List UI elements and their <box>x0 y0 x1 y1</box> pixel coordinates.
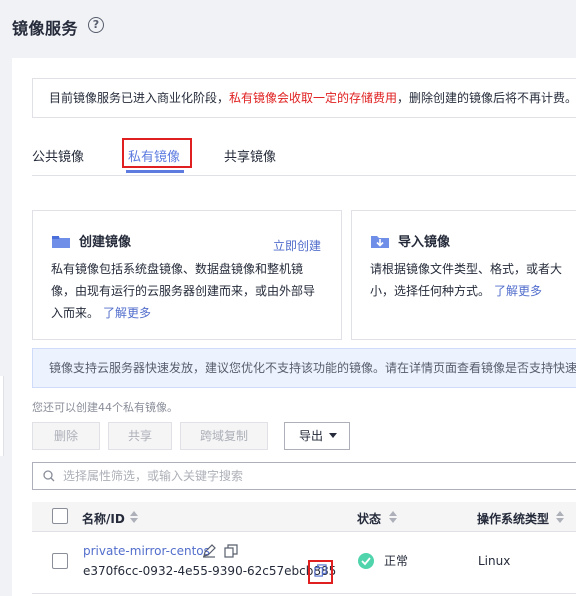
table-header: 名称/ID 状态 操作系统类型 <box>32 502 576 532</box>
notice-text-before: 目前镜像服务已进入商业化阶段， <box>49 91 230 105</box>
select-all-checkbox[interactable] <box>52 508 68 524</box>
os-type: Linux <box>478 554 511 568</box>
import-image-card: 导入镜像 请根据镜像文件类型、格式，或者大小，选择任何种方式。 了解更多 <box>351 210 576 340</box>
import-image-title: 导入镜像 <box>398 235 451 250</box>
search-input[interactable]: 选择属性筛选，或输入关键字搜索 <box>32 462 576 490</box>
image-tabs: 公共镜像 私有镜像 共享镜像 <box>32 138 576 176</box>
row-checkbox[interactable] <box>52 553 68 569</box>
quota-text: 您还可以创建44个私有镜像。 <box>32 401 178 414</box>
mirror-name-link[interactable]: private-mirror-centos <box>83 544 210 558</box>
sort-icon[interactable] <box>130 511 138 523</box>
export-button[interactable]: 导出 <box>284 422 350 450</box>
cross-region-copy-button[interactable]: 跨域复制 <box>180 422 268 450</box>
copy-id-highlight <box>308 560 333 584</box>
create-now-link[interactable]: 立即创建 <box>273 237 321 254</box>
col-name-header[interactable]: 名称/ID <box>82 510 125 527</box>
active-tab-indicator <box>126 170 184 173</box>
tab-public[interactable]: 公共镜像 <box>32 146 84 165</box>
sort-icon[interactable] <box>389 511 397 523</box>
create-image-desc: 私有镜像包括系统盘镜像、数据盘镜像和整机镜像，由现有运行的云服务器创建而来，或由… <box>51 258 323 324</box>
fast-provision-info: 镜像支持云服务器快速发放，建议您优化不支持该功能的镜像。请在详情页面查看镜像是否… <box>32 348 576 388</box>
mirror-id: e370f6cc-0932-4e55-9390-62c57ebcb885 <box>83 564 337 578</box>
commercial-notice: 目前镜像服务已进入商业化阶段，私有镜像会收取一定的存储费用，删除创建的镜像后将不… <box>32 78 576 118</box>
share-button[interactable]: 共享 <box>108 422 172 450</box>
page-title: 镜像服务 <box>12 19 79 38</box>
create-image-desc-text: 私有镜像包括系统盘镜像、数据盘镜像和整机镜像，由现有运行的云服务器创建而来，或由… <box>51 262 316 320</box>
search-placeholder: 选择属性筛选，或输入关键字搜索 <box>63 469 244 483</box>
check-circle-icon <box>358 552 374 569</box>
col-os-header[interactable]: 操作系统类型 <box>477 510 549 527</box>
edit-icon[interactable] <box>202 544 216 558</box>
folder-icon <box>51 233 71 249</box>
sort-icon[interactable] <box>556 511 564 523</box>
help-icon[interactable]: ? <box>88 17 104 33</box>
col-status-header[interactable]: 状态 <box>357 510 381 527</box>
caret-down-icon <box>329 433 337 438</box>
create-image-card: 创建镜像 立即创建 私有镜像包括系统盘镜像、数据盘镜像和整机镜像，由现有运行的云… <box>32 210 342 340</box>
side-handle[interactable] <box>0 376 4 456</box>
create-learn-more-link[interactable]: 了解更多 <box>103 306 151 320</box>
import-icon <box>370 233 390 249</box>
search-icon <box>43 470 55 482</box>
delete-button[interactable]: 删除 <box>32 422 100 450</box>
table-row: private-mirror-centos e370f6cc-0932-4e55… <box>32 532 576 594</box>
tab-shared[interactable]: 共享镜像 <box>224 146 276 165</box>
create-image-title: 创建镜像 <box>79 235 132 250</box>
notice-text-after: ，删除创建的镜像后将不再计费。 <box>397 91 576 105</box>
tab-private-highlight <box>122 138 192 168</box>
import-image-desc: 请根据镜像文件类型、格式，或者大小，选择任何种方式。 了解更多 <box>370 258 576 302</box>
import-learn-more-link[interactable]: 了解更多 <box>494 284 542 298</box>
status-text: 正常 <box>384 554 409 568</box>
copy-icon[interactable] <box>224 544 238 558</box>
page-header: 镜像服务 ? <box>0 0 576 52</box>
notice-text-red: 私有镜像会收取一定的存储费用 <box>229 91 398 105</box>
export-label: 导出 <box>299 429 324 443</box>
status-cell: 正常 <box>358 552 408 569</box>
